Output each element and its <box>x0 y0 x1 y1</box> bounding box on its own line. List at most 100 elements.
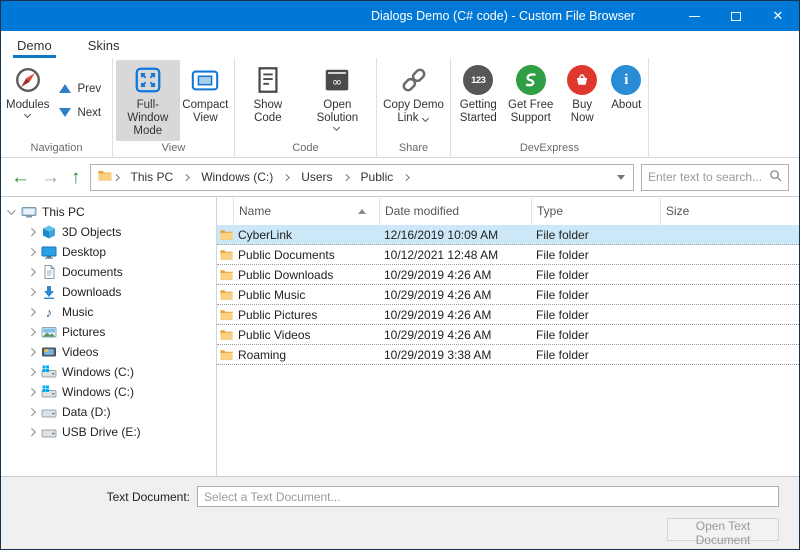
file-list: Name Date modified Type Size CyberLink 1… <box>217 197 799 476</box>
chevron-right-icon[interactable] <box>27 248 36 257</box>
buy-now-label: Buy Now <box>561 99 604 125</box>
breadcrumb-item-public[interactable]: Public <box>352 170 403 184</box>
tree-item-documents[interactable]: Documents <box>1 262 216 282</box>
copy-demo-link-button[interactable]: Copy Demo Link <box>380 60 447 141</box>
file-row-roaming[interactable]: Roaming 10/29/2019 3:38 AM File folder <box>217 345 799 365</box>
breadcrumb-item-users[interactable]: Users <box>292 170 341 184</box>
open-solution-button[interactable]: ∞ Open Solution <box>302 60 373 141</box>
visual-studio-icon: ∞ <box>322 64 352 96</box>
ribbon-empty-space <box>649 58 799 157</box>
chevron-right-icon[interactable] <box>27 428 36 437</box>
tree-item-music[interactable]: ♪ Music <box>1 302 216 322</box>
breadcrumb-item-this-pc[interactable]: This PC <box>122 170 183 184</box>
tree-item-pictures[interactable]: Pictures <box>1 322 216 342</box>
file-row-public-videos[interactable]: Public Videos 10/29/2019 4:26 AM File fo… <box>217 325 799 345</box>
column-header-date-modified[interactable]: Date modified <box>379 197 531 225</box>
up-button[interactable]: ↑ <box>69 168 83 187</box>
chevron-right-icon[interactable] <box>27 328 36 337</box>
full-window-mode-button[interactable]: Full-Window Mode <box>116 60 180 141</box>
next-button[interactable]: Next <box>55 105 105 121</box>
tab-skins[interactable]: Skins <box>84 34 124 58</box>
modules-button[interactable]: Modules <box>4 60 51 141</box>
windows-drive-icon <box>41 364 57 380</box>
file-name: Public Pictures <box>233 308 379 322</box>
123-badge-icon: 123 <box>463 65 493 95</box>
breadcrumb-separator-icon <box>284 174 290 180</box>
search-box <box>641 164 789 191</box>
file-row-public-downloads[interactable]: Public Downloads 10/29/2019 4:26 AM File… <box>217 265 799 285</box>
open-text-document-button[interactable]: Open Text Document <box>667 518 779 541</box>
show-code-label: Show Code <box>240 99 296 125</box>
file-row-public-documents[interactable]: Public Documents 10/12/2021 12:48 AM Fil… <box>217 245 799 265</box>
minimize-button[interactable] <box>673 1 715 31</box>
get-free-support-label: Get Free Support <box>507 99 555 125</box>
chevron-right-icon[interactable] <box>27 368 36 377</box>
breadcrumb-dropdown-icon[interactable] <box>617 175 625 180</box>
caption-buttons: ✕ <box>673 1 799 31</box>
chevron-right-icon[interactable] <box>27 408 36 417</box>
chevron-down-icon <box>24 112 32 117</box>
ribbon-group-view: Full-Window Mode Compact View View <box>113 58 235 157</box>
column-header-name[interactable]: Name <box>233 197 379 225</box>
group-label-navigation: Navigation <box>1 141 112 157</box>
ribbon-tab-row: Demo Skins <box>1 31 799 58</box>
tree-item-downloads[interactable]: Downloads <box>1 282 216 302</box>
chevron-down-icon <box>333 125 341 130</box>
text-document-label: Text Document: <box>1 490 197 504</box>
column-header-size[interactable]: Size <box>660 197 799 225</box>
prev-button[interactable]: Prev <box>55 81 105 97</box>
buy-now-button[interactable]: Buy Now <box>559 60 606 141</box>
tree-item-windows-c-2[interactable]: Windows (C:) <box>1 382 216 402</box>
about-button[interactable]: i About <box>608 60 645 141</box>
chevron-right-icon[interactable] <box>27 388 36 397</box>
full-window-mode-label: Full-Window Mode <box>118 99 178 138</box>
column-header-type[interactable]: Type <box>531 197 660 225</box>
file-row-public-music[interactable]: Public Music 10/29/2019 4:26 AM File fol… <box>217 285 799 305</box>
compact-view-button[interactable]: Compact View <box>180 60 231 141</box>
folder-icon <box>98 169 112 185</box>
get-free-support-button[interactable]: Get Free Support <box>505 60 557 141</box>
back-button[interactable]: ← <box>9 168 32 187</box>
cube-icon <box>41 224 57 240</box>
tab-demo[interactable]: Demo <box>13 34 56 58</box>
chevron-down-icon[interactable] <box>7 208 16 217</box>
chevron-right-icon[interactable] <box>27 228 36 237</box>
tree-item-data-d[interactable]: Data (D:) <box>1 402 216 422</box>
forward-button[interactable]: → <box>39 168 62 187</box>
file-date-modified: 10/29/2019 4:26 AM <box>379 308 531 322</box>
search-input[interactable] <box>648 170 765 184</box>
compact-view-label: Compact View <box>182 99 229 125</box>
tree-item-videos[interactable]: Videos <box>1 342 216 362</box>
chevron-right-icon[interactable] <box>27 308 36 317</box>
breadcrumb-item-windows-c[interactable]: Windows (C:) <box>192 170 282 184</box>
open-solution-label: Open Solution <box>304 99 371 125</box>
breadcrumb[interactable]: This PC Windows (C:) Users Public <box>90 164 635 191</box>
minimize-icon <box>689 16 700 17</box>
picture-icon <box>41 324 57 340</box>
computer-icon <box>21 204 37 220</box>
tree-item-3d-objects[interactable]: 3D Objects <box>1 222 216 242</box>
breadcrumb-separator-icon <box>114 174 120 180</box>
chevron-right-icon[interactable] <box>27 268 36 277</box>
file-row-public-pictures[interactable]: Public Pictures 10/29/2019 4:26 AM File … <box>217 305 799 325</box>
tree-item-desktop[interactable]: Desktop <box>1 242 216 262</box>
tree-item-usb-drive-e[interactable]: USB Drive (E:) <box>1 422 216 442</box>
text-document-input[interactable] <box>197 486 779 507</box>
prev-label: Prev <box>77 83 101 95</box>
getting-started-button[interactable]: 123 Getting Started <box>454 60 503 141</box>
file-row-cyberlink[interactable]: CyberLink 12/16/2019 10:09 AM File folde… <box>217 225 799 245</box>
file-type: File folder <box>531 268 660 282</box>
chevron-right-icon[interactable] <box>27 288 36 297</box>
group-label-code: Code <box>235 141 376 157</box>
compact-view-icon <box>190 64 220 96</box>
file-name: Public Videos <box>233 328 379 342</box>
show-code-button[interactable]: Show Code <box>238 60 298 141</box>
file-date-modified: 10/29/2019 4:26 AM <box>379 288 531 302</box>
chevron-right-icon[interactable] <box>27 348 36 357</box>
tree-item-windows-c-1[interactable]: Windows (C:) <box>1 362 216 382</box>
maximize-button[interactable] <box>715 1 757 31</box>
close-button[interactable]: ✕ <box>757 1 799 31</box>
drive-icon <box>41 404 57 420</box>
tree-item-this-pc[interactable]: This PC <box>1 202 216 222</box>
search-icon[interactable] <box>769 169 782 185</box>
